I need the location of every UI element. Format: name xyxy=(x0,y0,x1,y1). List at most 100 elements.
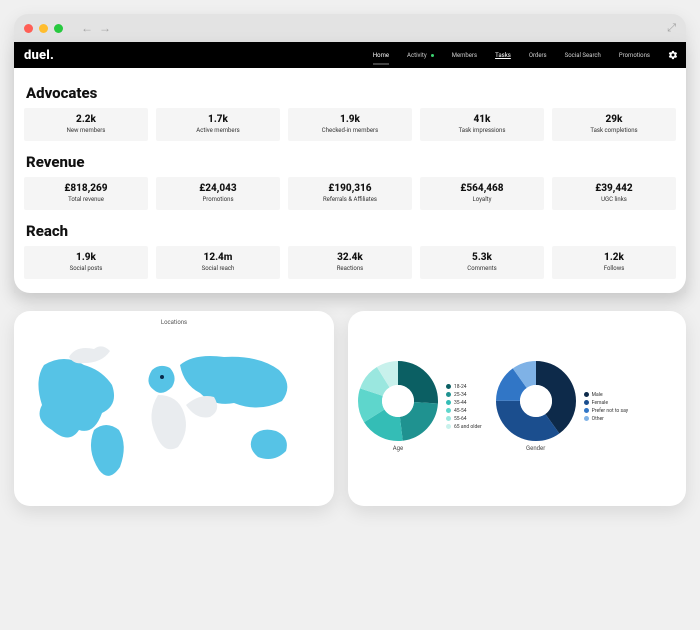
kpi-value: £818,269 xyxy=(28,183,144,194)
gender-caption: Gender xyxy=(526,445,545,452)
legend-row: Other xyxy=(584,416,629,422)
kpi-label: Reactions xyxy=(292,265,408,272)
age-donut-icon xyxy=(358,361,438,441)
legend-swatch-icon xyxy=(584,392,589,397)
kpi-row-advocates: 2.2kNew members 1.7kActive members 1.9kC… xyxy=(24,108,676,141)
legend-label: 55-64 xyxy=(454,416,467,422)
kpi-value: 41k xyxy=(424,114,540,125)
legend-row: 55-64 xyxy=(446,416,482,422)
kpi-value: 29k xyxy=(556,114,672,125)
kpi-value: £39,442 xyxy=(556,183,672,194)
kpi-value: £190,316 xyxy=(292,183,408,194)
map-region-australia xyxy=(251,430,287,459)
kpi-value: 5.3k xyxy=(424,252,540,263)
legend-label: Male xyxy=(592,392,603,398)
nav-orders[interactable]: Orders xyxy=(529,52,547,59)
kpi-row-reach: 1.9k Social posts 12.4m Social reach 32.4k… xyxy=(24,246,676,279)
kpi-label: Comments xyxy=(424,265,540,272)
nav-label: Tasks xyxy=(495,52,511,59)
map-region-south-america xyxy=(91,425,124,476)
kpi-label: Social reach xyxy=(160,265,276,272)
gear-icon[interactable] xyxy=(668,50,678,60)
kpi-checked-in-members[interactable]: 1.9kChecked-in members xyxy=(288,108,412,141)
legend-swatch-icon xyxy=(446,384,451,389)
kpi-task-impressions[interactable]: 41kTask impressions xyxy=(420,108,544,141)
nav-promotions[interactable]: Promotions xyxy=(619,52,650,59)
app-card: duel. Home Activity Members Tasks Orders… xyxy=(14,42,686,293)
legend-swatch-icon xyxy=(584,416,589,421)
legend-row: Female xyxy=(584,400,629,406)
gender-donut-icon xyxy=(496,361,576,441)
expand-icon[interactable]: ⤢ xyxy=(667,21,676,35)
kpi-value: 1.9k xyxy=(28,252,144,263)
kpi-social-posts[interactable]: 1.9k Social posts xyxy=(24,246,148,279)
brand-logo[interactable]: duel. xyxy=(24,48,54,63)
kpi-comments[interactable]: 5.3k Comments xyxy=(420,246,544,279)
kpi-task-completions[interactable]: 29kTask completions xyxy=(552,108,676,141)
kpi-value: 1.2k xyxy=(556,252,672,263)
kpi-active-members[interactable]: 1.7kActive members xyxy=(156,108,280,141)
section-title-advocates: Advocates xyxy=(26,84,676,102)
nav-social-search[interactable]: Social Search xyxy=(565,52,601,59)
kpi-promotions[interactable]: £24,043 Promotions xyxy=(156,177,280,210)
kpi-reactions[interactable]: 32.4k Reactions xyxy=(288,246,412,279)
age-chart: Age xyxy=(358,361,438,452)
kpi-social-reach[interactable]: 12.4m Social reach xyxy=(156,246,280,279)
legend-row: 65 and older xyxy=(446,424,482,430)
kpi-loyalty[interactable]: £564,468 Loyalty xyxy=(420,177,544,210)
minimize-dot[interactable] xyxy=(39,24,48,33)
legend-row: Male xyxy=(584,392,629,398)
nav-label: Activity xyxy=(407,52,427,59)
legend-label: 18-24 xyxy=(454,384,467,390)
kpi-follows[interactable]: 1.2kFollows xyxy=(552,246,676,279)
legend-label: Female xyxy=(592,400,608,406)
nav-tasks[interactable]: Tasks xyxy=(495,52,511,59)
nav-activity[interactable]: Activity xyxy=(407,52,434,59)
browser-titlebar: ← → ⤢ xyxy=(14,14,686,42)
kpi-label: Promotions xyxy=(160,196,276,203)
map-region-greenland xyxy=(69,346,110,363)
legend-label: Prefer not to say xyxy=(592,408,629,414)
legend-row: 35-44 xyxy=(446,400,482,406)
legend-label: 25-34 xyxy=(454,392,467,398)
kpi-row-revenue: £818,269Total revenue £24,043Promotions … xyxy=(24,177,676,210)
legend-label: 35-44 xyxy=(454,400,467,406)
kpi-label: Active members xyxy=(160,127,276,134)
window-controls: ← → xyxy=(24,21,111,35)
kpi-total-revenue[interactable]: £818,269Total revenue xyxy=(24,177,148,210)
legend-label: Other xyxy=(592,416,604,422)
top-nav: duel. Home Activity Members Tasks Orders… xyxy=(14,42,686,68)
gender-legend: Male Female Prefer not to say Other xyxy=(584,392,629,422)
section-title-reach: Reach xyxy=(26,222,676,240)
nav-home[interactable]: Home xyxy=(373,52,389,59)
nav-label: Orders xyxy=(529,52,547,59)
locations-panel[interactable]: Locations xyxy=(14,311,334,506)
nav-label: Promotions xyxy=(619,52,650,59)
kpi-value: £24,043 xyxy=(160,183,276,194)
map-marker-uk xyxy=(160,375,164,379)
kpi-ugc-links[interactable]: £39,442UGC links xyxy=(552,177,676,210)
bottom-panels: Locations Age 18-24 25-34 35-44 45-54 55-64 6… xyxy=(14,311,686,506)
legend-row: 25-34 xyxy=(446,392,482,398)
kpi-value: 32.4k xyxy=(292,252,408,263)
kpi-new-members[interactable]: 2.2kNew members xyxy=(24,108,148,141)
demographics-panel[interactable]: Age 18-24 25-34 35-44 45-54 55-64 65 and olde… xyxy=(348,311,686,506)
kpi-label: Social posts xyxy=(28,265,144,272)
kpi-label: Loyalty xyxy=(424,196,540,203)
map-region-europe xyxy=(148,366,174,393)
legend-label: 65 and older xyxy=(454,424,482,430)
forward-arrow-icon[interactable]: → xyxy=(99,21,111,35)
maximize-dot[interactable] xyxy=(54,24,63,33)
section-title-revenue: Revenue xyxy=(26,153,676,171)
map-region-africa xyxy=(151,395,186,449)
kpi-referrals-affiliates[interactable]: £190,316Referrals & Affiliates xyxy=(288,177,412,210)
world-map xyxy=(24,330,324,490)
legend-swatch-icon xyxy=(446,424,451,429)
kpi-value: £564,468 xyxy=(424,183,540,194)
kpi-value: 12.4m xyxy=(160,252,276,263)
legend-label: 45-54 xyxy=(454,408,467,414)
back-arrow-icon[interactable]: ← xyxy=(81,21,93,35)
nav-members[interactable]: Members xyxy=(452,52,477,59)
close-dot[interactable] xyxy=(24,24,33,33)
legend-swatch-icon xyxy=(446,408,451,413)
